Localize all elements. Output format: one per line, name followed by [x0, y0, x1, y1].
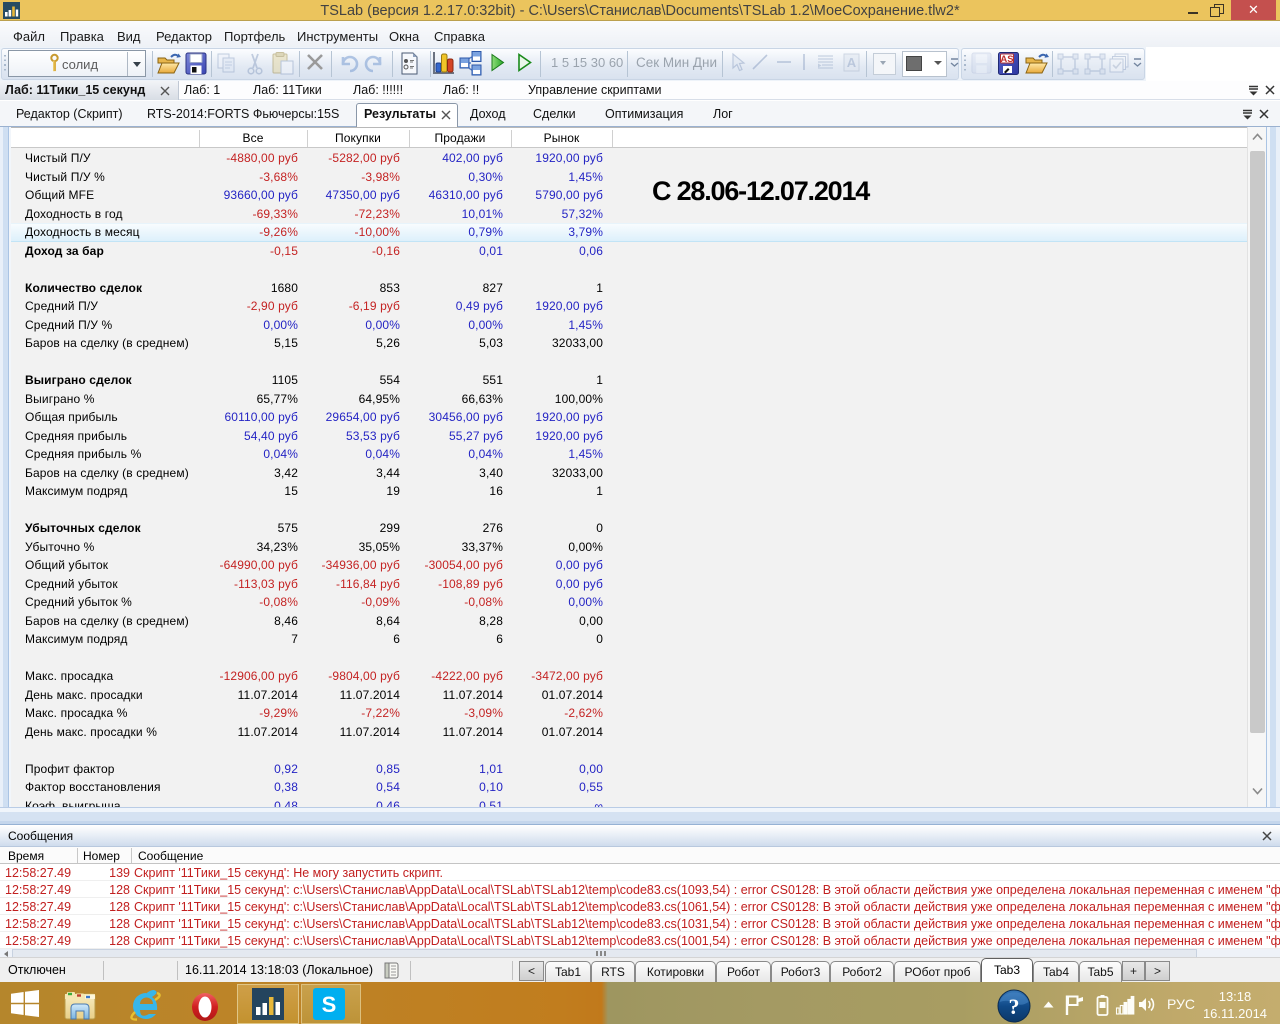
svg-text:S: S: [322, 992, 337, 1017]
svg-text:?: ?: [1009, 994, 1020, 1019]
svg-text:A: A: [847, 55, 857, 70]
svg-text:AS: AS: [1000, 54, 1013, 65]
